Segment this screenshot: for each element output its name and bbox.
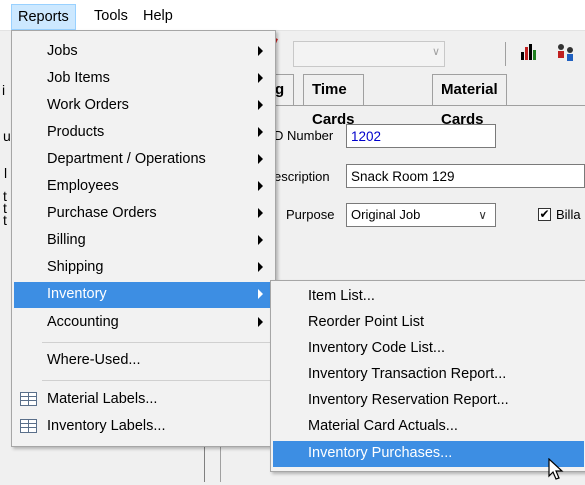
menu-item-employees[interactable]: Employees <box>14 174 273 200</box>
menu-item-jobs[interactable]: Jobs <box>14 39 273 65</box>
number-label: D Number <box>274 128 334 143</box>
submenu-item-inventory-code-list[interactable]: Inventory Code List... <box>273 336 584 362</box>
menu-item-department-operations[interactable]: Department / Operations <box>14 147 273 173</box>
background-text-fragment: t <box>3 212 7 228</box>
submenu-arrow-icon <box>258 100 263 110</box>
submenu-arrow-icon <box>258 46 263 56</box>
submenu-item-label: Inventory Code List... <box>308 340 446 356</box>
tab-time-cards[interactable]: Time Cards <box>303 74 364 128</box>
billable-label: Billa <box>556 207 581 222</box>
menu-reports[interactable]: Reports <box>11 4 76 30</box>
background-text-fragment: i <box>2 82 6 98</box>
submenu-item-label: Inventory Purchases... <box>308 445 453 461</box>
purpose-value: Original Job <box>351 207 421 222</box>
menu-separator <box>42 342 271 343</box>
submenu-item-item-list[interactable]: Item List... <box>273 284 584 310</box>
submenu-item-label: Inventory Reservation Report... <box>308 392 509 408</box>
table-icon <box>20 392 37 406</box>
chevron-down-icon: ∨ <box>431 46 440 58</box>
menu-item-label: Inventory <box>47 286 107 302</box>
bar-chart-icon[interactable] <box>520 42 540 65</box>
menu-item-label: Accounting <box>47 314 119 330</box>
menu-item-billing[interactable]: Billing <box>14 228 273 254</box>
submenu-item-inventory-reservation-report[interactable]: Inventory Reservation Report... <box>273 388 584 414</box>
menu-item-label: Department / Operations <box>47 151 206 167</box>
submenu-arrow-icon <box>258 73 263 83</box>
submenu-arrow-icon <box>258 181 263 191</box>
submenu-item-reorder-point-list[interactable]: Reorder Point List <box>273 310 584 336</box>
menu-item-where-used[interactable]: Where-Used... <box>14 348 273 374</box>
mouse-cursor-icon <box>548 457 566 485</box>
number-field[interactable]: 1202 <box>346 124 496 148</box>
submenu-arrow-icon <box>258 208 263 218</box>
submenu-arrow-icon <box>258 235 263 245</box>
purpose-select[interactable]: Original Job ∨ <box>346 203 496 227</box>
menu-tools[interactable]: Tools <box>88 5 134 27</box>
toolbar-separator <box>505 42 506 66</box>
menu-item-products[interactable]: Products <box>14 120 273 146</box>
menu-item-label: Jobs <box>47 43 78 59</box>
background-text-fragment: l <box>4 165 8 181</box>
billable-checkbox[interactable]: ✔ <box>538 208 551 221</box>
menu-item-inventory[interactable]: Inventory <box>14 282 273 308</box>
inventory-submenu: Item List... Reorder Point List Inventor… <box>270 280 585 472</box>
reports-menu: Jobs Job Items Work Orders Products Depa… <box>11 30 276 447</box>
menu-item-shipping[interactable]: Shipping <box>14 255 273 281</box>
menu-item-label: Where-Used... <box>47 352 141 368</box>
tab-panel-border <box>270 105 585 106</box>
menu-item-label: Inventory Labels... <box>47 418 166 434</box>
submenu-item-label: Reorder Point List <box>308 314 425 330</box>
submenu-item-inventory-purchases[interactable]: Inventory Purchases... <box>273 441 584 467</box>
submenu-arrow-icon <box>258 317 263 327</box>
submenu-arrow-icon <box>258 289 263 299</box>
menu-separator <box>42 380 271 381</box>
submenu-item-label: Item List... <box>308 288 375 304</box>
toolbar-combo[interactable]: ∨ <box>293 41 445 67</box>
menu-item-inventory-labels[interactable]: Inventory Labels... <box>14 414 273 440</box>
menu-item-material-labels[interactable]: Material Labels... <box>14 387 273 413</box>
submenu-item-label: Inventory Transaction Report... <box>308 366 507 382</box>
submenu-item-material-card-actuals[interactable]: Material Card Actuals... <box>273 414 584 440</box>
description-field[interactable]: Snack Room 129 <box>346 164 585 188</box>
menu-item-job-items[interactable]: Job Items <box>14 66 273 92</box>
menu-item-accounting[interactable]: Accounting <box>14 310 273 336</box>
menubar: Reports Tools Help <box>0 0 585 31</box>
submenu-item-inventory-transaction-report[interactable]: Inventory Transaction Report... <box>273 362 584 388</box>
submenu-arrow-icon <box>258 127 263 137</box>
submenu-arrow-icon <box>258 262 263 272</box>
chevron-down-icon: ∨ <box>478 208 487 222</box>
menu-item-label: Work Orders <box>47 97 129 113</box>
menu-item-label: Billing <box>47 232 86 248</box>
purpose-label: Purpose <box>286 207 335 222</box>
menu-item-label: Job Items <box>47 70 110 86</box>
menu-item-purchase-orders[interactable]: Purchase Orders <box>14 201 273 227</box>
menu-item-label: Material Labels... <box>47 391 158 407</box>
menu-item-work-orders[interactable]: Work Orders <box>14 93 273 119</box>
tab-material-cards[interactable]: Material Cards <box>432 74 507 128</box>
submenu-arrow-icon <box>258 154 263 164</box>
submenu-item-label: Material Card Actuals... <box>308 418 458 434</box>
menu-item-label: Purchase Orders <box>47 205 157 221</box>
description-label: escription <box>274 169 330 184</box>
menu-item-label: Shipping <box>47 259 104 275</box>
table-icon <box>20 419 37 433</box>
background-text-fragment: u <box>3 128 11 144</box>
menu-item-label: Products <box>47 124 105 140</box>
people-icon[interactable] <box>555 42 577 65</box>
menu-item-label: Employees <box>47 178 119 194</box>
menu-help[interactable]: Help <box>137 5 179 27</box>
